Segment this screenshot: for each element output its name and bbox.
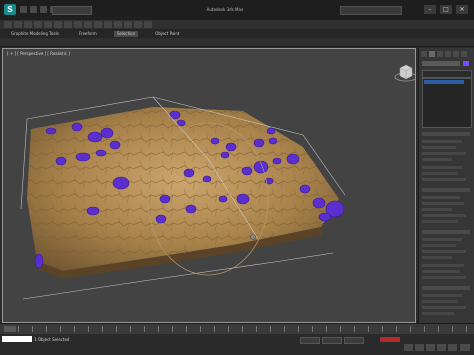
ribbon-tabs: Graphite Modeling Tools Freeform Selecti… — [0, 30, 474, 38]
command-panel-tabs — [421, 51, 467, 57]
parameter-row — [422, 220, 458, 223]
tab-object-paint[interactable]: Object Paint — [152, 31, 182, 37]
rollout-header[interactable] — [422, 132, 470, 136]
terrain-object[interactable] — [27, 107, 339, 279]
move-icon[interactable] — [64, 21, 72, 28]
modifier-stack — [422, 78, 472, 128]
modify-tab-icon[interactable] — [429, 51, 435, 57]
minimize-button[interactable]: – — [424, 5, 436, 14]
parameter-row — [422, 202, 464, 205]
select-by-name-icon[interactable] — [54, 21, 62, 28]
parameter-row — [422, 208, 452, 211]
undo-icon[interactable] — [4, 21, 12, 28]
scale-icon[interactable] — [84, 21, 92, 28]
timeline — [0, 323, 474, 334]
z-coordinate-field[interactable] — [344, 337, 364, 344]
command-panel — [418, 48, 474, 323]
maximize-button[interactable]: □ — [440, 5, 452, 14]
x-coordinate-field[interactable] — [300, 337, 320, 344]
next-frame-icon[interactable] — [437, 344, 446, 351]
parameter-row — [422, 158, 452, 161]
modifier-list-dropdown[interactable] — [422, 70, 472, 78]
play-icon[interactable] — [426, 344, 435, 351]
unlink-icon[interactable] — [34, 21, 42, 28]
mirror-icon[interactable] — [104, 21, 112, 28]
link-icon[interactable] — [24, 21, 32, 28]
app-logo-icon[interactable]: S — [4, 4, 16, 15]
ribbon-panel — [0, 38, 474, 47]
render-icon[interactable] — [144, 21, 152, 28]
parameter-row — [422, 250, 466, 253]
parameter-row — [422, 178, 466, 181]
parameter-row — [422, 294, 462, 297]
parameter-row — [422, 140, 462, 143]
maxscript-listener[interactable] — [2, 336, 32, 342]
modifier-stack-item[interactable] — [424, 80, 464, 84]
rollout-header[interactable] — [422, 230, 470, 234]
title-bar: S Autodesk 3ds Max – □ ✕ — [0, 0, 474, 20]
tab-selection[interactable]: Selection — [113, 31, 139, 37]
parameter-row — [422, 244, 456, 247]
main-toolbar — [0, 20, 474, 30]
search-input[interactable] — [340, 6, 402, 15]
go-to-start-icon[interactable] — [404, 344, 413, 351]
utilities-tab-icon[interactable] — [461, 51, 467, 57]
save-file-icon[interactable] — [40, 6, 47, 13]
time-slider[interactable] — [4, 326, 16, 332]
parameter-row — [422, 256, 452, 259]
render-setup-icon[interactable] — [134, 21, 142, 28]
workspace-dropdown[interactable] — [52, 6, 92, 15]
window-title: Autodesk 3ds Max — [206, 7, 244, 12]
parameter-row — [422, 264, 464, 267]
parameter-row — [422, 300, 458, 303]
parameter-row — [422, 152, 466, 155]
viewport-scene — [20, 64, 416, 300]
create-tab-icon[interactable] — [421, 51, 427, 57]
parameter-row — [422, 270, 460, 273]
auto-key-button[interactable] — [380, 337, 400, 342]
parameter-row — [422, 306, 466, 309]
display-tab-icon[interactable] — [453, 51, 459, 57]
align-icon[interactable] — [114, 21, 122, 28]
rollout-header[interactable] — [422, 188, 470, 192]
parameter-row — [422, 196, 460, 199]
object-color-swatch[interactable] — [463, 61, 469, 66]
object-name-field[interactable] — [422, 61, 460, 66]
close-button[interactable]: ✕ — [456, 5, 468, 14]
perspective-viewport[interactable]: [ + ] [ Perspective ] [ Realistic ] — [2, 48, 416, 323]
parameter-row — [422, 312, 454, 315]
timeline-ticks[interactable] — [18, 326, 468, 332]
zoom-extents-icon[interactable] — [460, 344, 470, 351]
tab-graphite-modeling-tools[interactable]: Graphite Modeling Tools — [8, 31, 62, 37]
y-coordinate-field[interactable] — [322, 337, 342, 344]
viewcube-icon[interactable] — [394, 64, 416, 82]
parameter-row — [422, 166, 462, 169]
tab-freeform[interactable]: Freeform — [76, 31, 100, 37]
snap-icon[interactable] — [94, 21, 102, 28]
parameter-row — [422, 146, 456, 149]
redo-icon[interactable] — [14, 21, 22, 28]
parameter-row — [422, 276, 466, 279]
new-file-icon[interactable] — [20, 6, 27, 13]
status-bar: 1 Object Selected — [0, 334, 474, 355]
open-file-icon[interactable] — [30, 6, 37, 13]
select-icon[interactable] — [44, 21, 52, 28]
parameter-row — [422, 238, 462, 241]
parameter-row — [422, 172, 458, 175]
status-text: 1 Object Selected — [34, 337, 70, 342]
hierarchy-tab-icon[interactable] — [437, 51, 443, 57]
parameter-row — [422, 214, 466, 217]
window-controls: – □ ✕ — [424, 5, 468, 14]
motion-tab-icon[interactable] — [445, 51, 451, 57]
rotate-icon[interactable] — [74, 21, 82, 28]
rollout-header[interactable] — [422, 286, 470, 290]
material-editor-icon[interactable] — [124, 21, 132, 28]
go-to-end-icon[interactable] — [448, 344, 457, 351]
previous-frame-icon[interactable] — [415, 344, 424, 351]
